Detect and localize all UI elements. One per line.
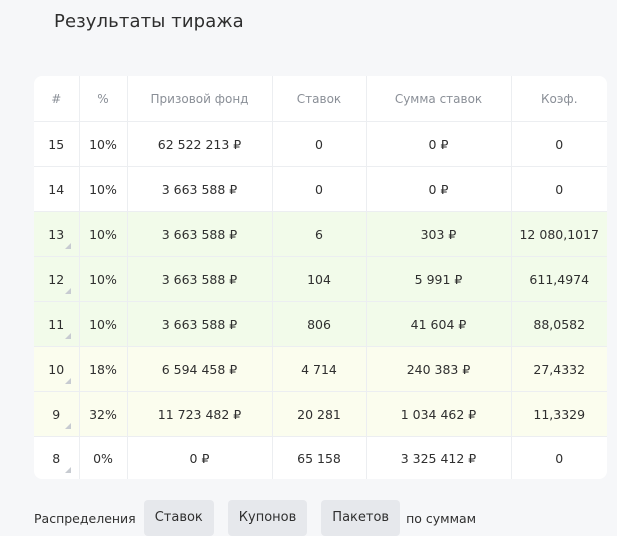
row-number[interactable]: 12 <box>34 256 79 302</box>
row-number[interactable]: 13 <box>34 211 79 257</box>
row-percent: 10% <box>78 211 127 257</box>
table-header-row: # % Призовой фонд Ставок Сумма ставок Ко… <box>34 76 607 122</box>
bets-button[interactable]: Ставок <box>143 500 214 536</box>
packages-button[interactable]: Пакетов <box>321 500 401 536</box>
expand-corner-icon[interactable] <box>64 288 71 294</box>
row-bets: 6 <box>271 211 366 257</box>
row-prize-fund: 0 ₽ <box>126 436 272 479</box>
row-bets: 0 <box>271 166 366 212</box>
table-row: 10 18% 6 594 458 ₽4 714 240 383 ₽27,4332 <box>34 346 607 392</box>
expand-corner-icon[interactable] <box>64 423 71 429</box>
row-percent: 10% <box>78 121 127 167</box>
distribution-label: Распределения <box>34 510 136 526</box>
row-coefficient: 11,3329 <box>510 391 607 437</box>
table-row: 9 32% 11 723 482 ₽20 281 1 034 462 ₽11,3329 <box>34 391 607 437</box>
table-row: 14 10% 3 663 588 ₽0 0 ₽0 <box>34 166 607 212</box>
row-percent: 10% <box>78 301 127 347</box>
header-percent: % <box>78 76 127 122</box>
row-bets: 65 158 <box>271 436 366 479</box>
row-bets-sum: 240 383 ₽ <box>365 346 511 392</box>
row-number: 14 <box>34 166 79 212</box>
row-percent: 10% <box>78 166 127 212</box>
row-prize-fund: 3 663 588 ₽ <box>126 301 272 347</box>
expand-corner-icon[interactable] <box>64 333 71 339</box>
row-bets-sum: 41 604 ₽ <box>365 301 511 347</box>
row-bets-sum: 3 325 412 ₽ <box>365 436 511 479</box>
distribution-bar: Распределения Ставок Купонов Пакетов по … <box>34 500 476 536</box>
row-percent: 10% <box>78 256 127 302</box>
row-percent: 0% <box>78 436 127 479</box>
row-bets: 20 281 <box>271 391 366 437</box>
header-bets: Ставок <box>271 76 366 122</box>
header-coefficient: Коэф. <box>510 76 607 122</box>
results-table: # % Призовой фонд Ставок Сумма ставок Ко… <box>34 76 607 479</box>
table-row: 15 10% 62 522 213 ₽0 0 ₽0 <box>34 121 607 167</box>
table-row: 13 10% 3 663 588 ₽6 303 ₽12 080,1017 <box>34 211 607 257</box>
row-coefficient: 0 <box>510 121 607 167</box>
row-prize-fund: 6 594 458 ₽ <box>126 346 272 392</box>
row-bets-sum: 303 ₽ <box>365 211 511 257</box>
row-coefficient: 88,0582 <box>510 301 607 347</box>
row-number[interactable]: 9 <box>34 391 79 437</box>
row-number: 15 <box>34 121 79 167</box>
expand-corner-icon[interactable] <box>64 467 71 473</box>
row-bets: 104 <box>271 256 366 302</box>
row-number[interactable]: 11 <box>34 301 79 347</box>
row-coefficient: 0 <box>510 166 607 212</box>
row-bets: 806 <box>271 301 366 347</box>
row-coefficient: 27,4332 <box>510 346 607 392</box>
row-bets: 0 <box>271 121 366 167</box>
header-bets-sum: Сумма ставок <box>365 76 511 122</box>
row-prize-fund: 11 723 482 ₽ <box>126 391 272 437</box>
row-bets-sum: 0 ₽ <box>365 121 511 167</box>
results-table-card: # % Призовой фонд Ставок Сумма ставок Ко… <box>34 76 607 479</box>
row-bets-sum: 5 991 ₽ <box>365 256 511 302</box>
page-title: Результаты тиража <box>54 11 244 32</box>
row-percent: 18% <box>78 346 127 392</box>
row-prize-fund: 3 663 588 ₽ <box>126 166 272 212</box>
row-bets-sum: 1 034 462 ₽ <box>365 391 511 437</box>
table-row: 8 0% 0 ₽65 158 3 325 412 ₽0 <box>34 436 607 480</box>
expand-corner-icon[interactable] <box>64 378 71 384</box>
table-row: 12 10% 3 663 588 ₽104 5 991 ₽611,4974 <box>34 256 607 302</box>
row-bets-sum: 0 ₽ <box>365 166 511 212</box>
by-sums-label: по суммам <box>406 510 477 526</box>
row-percent: 32% <box>78 391 127 437</box>
row-prize-fund: 3 663 588 ₽ <box>126 256 272 302</box>
row-prize-fund: 62 522 213 ₽ <box>126 121 272 167</box>
row-bets: 4 714 <box>271 346 366 392</box>
row-number[interactable]: 8 <box>34 437 79 480</box>
table-row: 11 10% 3 663 588 ₽806 41 604 ₽88,0582 <box>34 301 607 347</box>
row-coefficient: 611,4974 <box>510 256 607 302</box>
header-prize-fund: Призовой фонд <box>126 76 272 122</box>
row-prize-fund: 3 663 588 ₽ <box>126 211 272 257</box>
coupons-button[interactable]: Купонов <box>227 500 308 536</box>
header-number: # <box>34 76 79 122</box>
row-coefficient: 0 <box>510 436 607 479</box>
row-coefficient: 12 080,1017 <box>510 211 607 257</box>
row-number[interactable]: 10 <box>34 346 79 392</box>
expand-corner-icon[interactable] <box>64 243 71 249</box>
